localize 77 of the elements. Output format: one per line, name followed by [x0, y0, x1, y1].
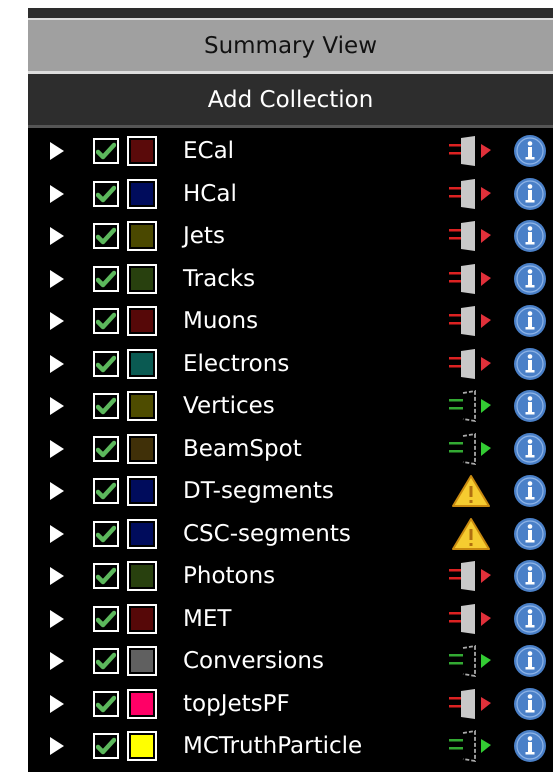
visibility-checkbox[interactable] — [93, 690, 119, 717]
color-swatch[interactable] — [127, 604, 157, 634]
info-icon[interactable] — [513, 474, 547, 508]
visibility-checkbox[interactable] — [93, 308, 119, 334]
color-swatch[interactable] — [127, 178, 157, 209]
collection-name: topJetsPF — [183, 690, 291, 719]
color-swatch[interactable] — [127, 561, 157, 592]
collection-name: Tracks — [183, 264, 256, 294]
collection-name: Electrons — [183, 350, 290, 379]
color-swatch[interactable] — [127, 434, 157, 464]
visibility-checkbox[interactable] — [93, 223, 119, 250]
expand-icon[interactable] — [48, 310, 66, 332]
collection-name: Jets — [183, 222, 226, 252]
color-swatch[interactable] — [127, 391, 157, 422]
expand-icon[interactable] — [48, 650, 66, 672]
collection-name: BeamSpot — [183, 434, 303, 464]
info-icon[interactable] — [513, 346, 547, 381]
collection-name: ECal — [183, 137, 236, 166]
visibility-checkbox[interactable] — [93, 648, 119, 674]
color-swatch[interactable] — [127, 136, 157, 166]
visibility-checkbox[interactable] — [93, 180, 119, 207]
collection-name: MET — [183, 604, 232, 634]
color-swatch[interactable] — [127, 221, 157, 252]
info-icon[interactable] — [513, 134, 547, 168]
color-swatch[interactable] — [127, 306, 157, 336]
color-swatch[interactable] — [127, 688, 157, 719]
info-icon[interactable] — [513, 219, 547, 254]
expand-icon[interactable] — [48, 565, 66, 588]
visibility-checkbox[interactable] — [93, 138, 119, 164]
visibility-checkbox[interactable] — [93, 350, 119, 377]
info-icon[interactable] — [513, 559, 547, 594]
info-icon[interactable] — [513, 262, 547, 296]
expand-icon[interactable] — [48, 608, 66, 630]
info-icon[interactable] — [513, 602, 547, 636]
collection-name: DT-segments — [183, 477, 335, 506]
collection-name: Photons — [183, 562, 276, 592]
collection-name: HCal — [183, 180, 238, 209]
color-swatch[interactable] — [127, 348, 157, 379]
summary-view-button[interactable]: Summary View — [28, 20, 553, 74]
info-icon[interactable] — [513, 389, 547, 424]
info-icon[interactable] — [513, 729, 547, 764]
visibility-checkbox[interactable] — [93, 563, 119, 590]
color-swatch[interactable] — [127, 731, 157, 762]
expand-icon[interactable] — [48, 395, 66, 418]
color-swatch[interactable] — [127, 264, 157, 294]
info-icon[interactable] — [513, 176, 547, 211]
expand-icon[interactable] — [48, 735, 66, 758]
info-icon[interactable] — [513, 516, 547, 551]
expand-icon[interactable] — [48, 522, 66, 545]
visibility-checkbox[interactable] — [93, 733, 119, 760]
visibility-checkbox[interactable] — [93, 606, 119, 632]
info-icon[interactable] — [513, 304, 547, 338]
collection-name: Conversions — [183, 647, 325, 676]
info-icon[interactable] — [513, 432, 547, 466]
expand-icon[interactable] — [48, 268, 66, 290]
visibility-checkbox[interactable] — [93, 478, 119, 504]
expand-icon[interactable] — [48, 352, 66, 375]
expand-icon[interactable] — [48, 692, 66, 715]
expand-icon[interactable] — [48, 182, 66, 205]
expand-icon[interactable] — [48, 438, 66, 460]
visibility-checkbox[interactable] — [93, 436, 119, 462]
expand-icon[interactable] — [48, 225, 66, 248]
info-icon[interactable] — [513, 686, 547, 721]
collection-name: CSC-segments — [183, 520, 352, 549]
collection-name: Muons — [183, 307, 260, 336]
visibility-checkbox[interactable] — [93, 393, 119, 420]
color-swatch[interactable] — [127, 518, 157, 549]
color-swatch[interactable] — [127, 476, 157, 506]
info-icon[interactable] — [513, 644, 547, 678]
collection-name: MCTruthParticle — [183, 732, 364, 762]
visibility-checkbox[interactable] — [93, 266, 119, 292]
collection-name: Vertices — [183, 392, 276, 422]
visibility-checkbox[interactable] — [93, 520, 119, 547]
expand-icon[interactable] — [48, 480, 66, 502]
color-swatch[interactable] — [127, 646, 157, 676]
expand-icon[interactable] — [48, 140, 66, 162]
add-collection-button[interactable]: Add Collection — [28, 74, 553, 128]
